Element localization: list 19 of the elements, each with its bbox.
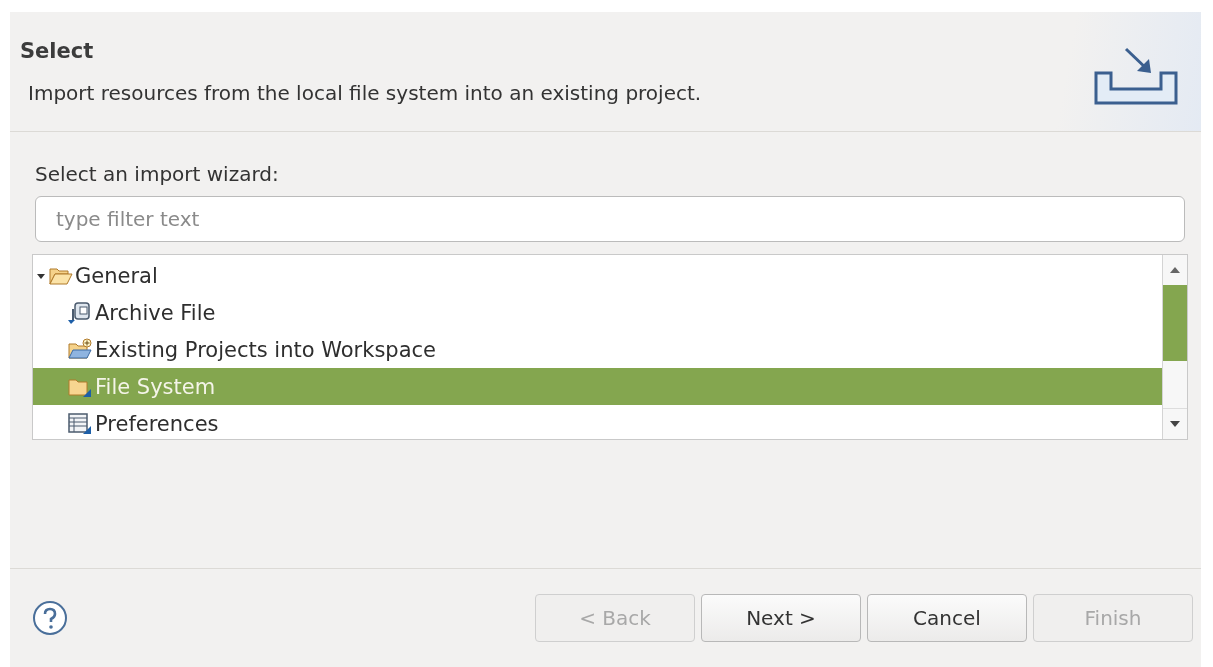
dialog-button[interactable]: Next > xyxy=(701,594,861,642)
scroll-up-icon[interactable] xyxy=(1170,267,1180,273)
tree-item[interactable]: Existing Projects into Workspace xyxy=(33,331,1162,368)
wizard-label: Select an import wizard: xyxy=(35,162,280,186)
open-folder-icon xyxy=(49,265,73,286)
folder-plus-icon xyxy=(67,337,93,362)
tree-item[interactable]: Archive File xyxy=(33,294,1162,331)
scroll-down-icon[interactable] xyxy=(1170,421,1180,427)
table-icon xyxy=(67,411,93,436)
tree-item[interactable]: Preferences xyxy=(33,405,1162,442)
tree-item[interactable]: General xyxy=(33,257,1162,294)
archive-icon xyxy=(67,300,93,325)
help-icon[interactable] xyxy=(32,600,68,636)
dialog-button[interactable]: Cancel xyxy=(867,594,1027,642)
page-description: Import resources from the local file system into an existing project. xyxy=(27,80,702,105)
page-title: Select xyxy=(20,38,95,63)
filter-field[interactable]: type filter text xyxy=(35,196,1185,242)
expand-arrow-icon[interactable] xyxy=(37,271,45,280)
vertical-scrollbar[interactable] xyxy=(1162,255,1187,439)
